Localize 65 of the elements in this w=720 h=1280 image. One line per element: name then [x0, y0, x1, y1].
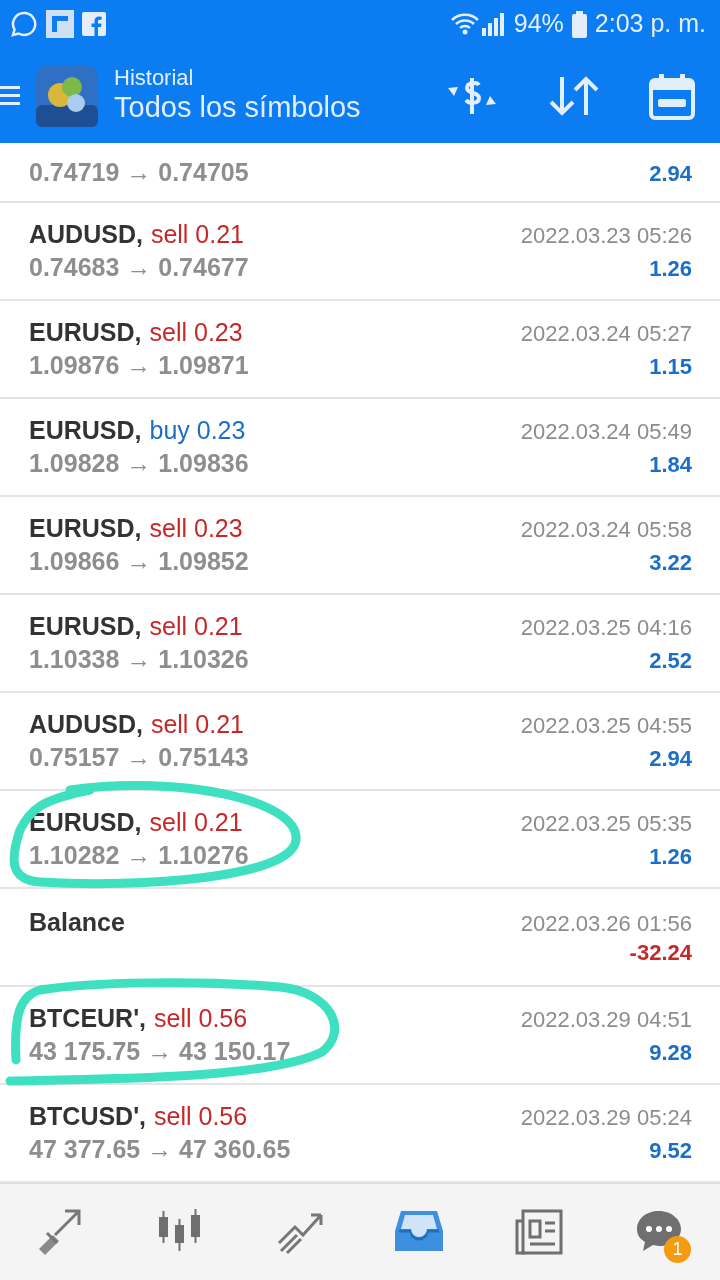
deal-prices: 1.10338 → 1.10326	[29, 644, 249, 675]
deal-profit: 2.94	[649, 160, 692, 189]
clock: 2:03 p. m.	[594, 8, 706, 40]
deal-prices: 0.74719 → 0.74705	[29, 157, 249, 189]
battery-percent: 94%	[513, 8, 564, 40]
deal-prices: 1.09866 → 1.09852	[29, 546, 249, 577]
deal-profit: 1.26	[649, 255, 692, 283]
deal-symbol: BTCUSD',	[29, 1102, 147, 1131]
deal-time: 2022.03.29 05:24	[520, 1104, 692, 1133]
deal-profit: 1.26	[649, 843, 692, 871]
deal-volume: buy 0.23	[149, 416, 246, 445]
screen-title: Historial	[114, 66, 195, 91]
deal-profit: 1.15	[649, 353, 692, 381]
deal-time: 2022.03.23 05:26	[520, 222, 692, 251]
wifi-icon	[449, 11, 480, 37]
deal-profit: 9.28	[649, 1039, 692, 1067]
deal-symbol: EURUSD,	[29, 612, 142, 641]
deal-symbol: EURUSD,	[29, 808, 142, 837]
deal-volume: sell 0.21	[149, 808, 243, 837]
flipboard-icon	[46, 10, 74, 38]
deal-symbol: EURUSD,	[29, 514, 142, 543]
app-logo	[36, 64, 98, 127]
signal-icon	[479, 11, 506, 37]
deal-profit: 2.52	[649, 647, 692, 675]
whatsapp-icon	[10, 10, 38, 38]
deal-volume: sell 0.21	[149, 612, 243, 641]
deal-symbol: AUDUSD,	[29, 710, 143, 739]
deal-symbol: EURUSD,	[29, 416, 142, 445]
deal-volume: sell 0.21	[150, 710, 245, 739]
deal-profit: 2.94	[649, 745, 692, 773]
deal-profit: 9.52	[649, 1137, 692, 1165]
deal-prices: 47 377.65 → 47 360.65	[29, 1134, 291, 1165]
symbol-filter[interactable]: Todos los símbolos	[114, 90, 444, 125]
deal-profit: 1.84	[649, 451, 692, 479]
deal-time: 2022.03.25 05:35	[520, 810, 692, 839]
deal-time: 2022.03.24 05:58	[520, 516, 692, 545]
deal-time: 2022.03.24 05:49	[520, 418, 692, 447]
deal-symbol: AUDUSD,	[29, 220, 143, 249]
deal-time: 2022.03.26 01:56	[520, 910, 692, 939]
deal-prices: 1.09876 → 1.09871	[29, 350, 249, 381]
deal-prices: 43 175.75 → 43 150.17	[29, 1036, 291, 1067]
facebook-icon	[82, 12, 106, 36]
sort-icon[interactable]	[548, 74, 600, 117]
deal-symbol: Balance	[29, 908, 125, 937]
deal-time: 2022.03.24 05:27	[520, 320, 692, 349]
deal-symbol: BTCEUR',	[29, 1004, 147, 1033]
notification-badge: 1	[664, 1236, 691, 1263]
deal-prices: 0.74683 → 0.74677	[29, 252, 249, 283]
deal-profit: 3.22	[649, 549, 692, 577]
deal-time: 2022.03.25 04:55	[520, 712, 692, 741]
deal-volume: sell 0.56	[154, 1102, 248, 1131]
calendar-icon[interactable]	[648, 71, 696, 120]
menu-icon[interactable]	[0, 83, 20, 108]
deal-profit: -32.24	[629, 939, 692, 967]
deal-volume: sell 0.21	[150, 220, 245, 249]
deal-volume: sell 0.23	[149, 514, 243, 543]
deal-prices: 1.09828 → 1.09836	[29, 448, 249, 479]
deal-prices: 1.10282 → 1.10276	[29, 840, 249, 871]
deal-time: 2022.03.25 04:16	[520, 614, 692, 643]
deal-symbol: EURUSD,	[29, 318, 142, 347]
battery-icon	[571, 10, 587, 38]
deal-volume: sell 0.56	[154, 1004, 248, 1033]
deal-volume: sell 0.23	[149, 318, 243, 347]
deal-prices: 0.75157 → 0.75143	[29, 742, 249, 773]
deal-time: 2022.03.29 04:51	[520, 1006, 692, 1035]
